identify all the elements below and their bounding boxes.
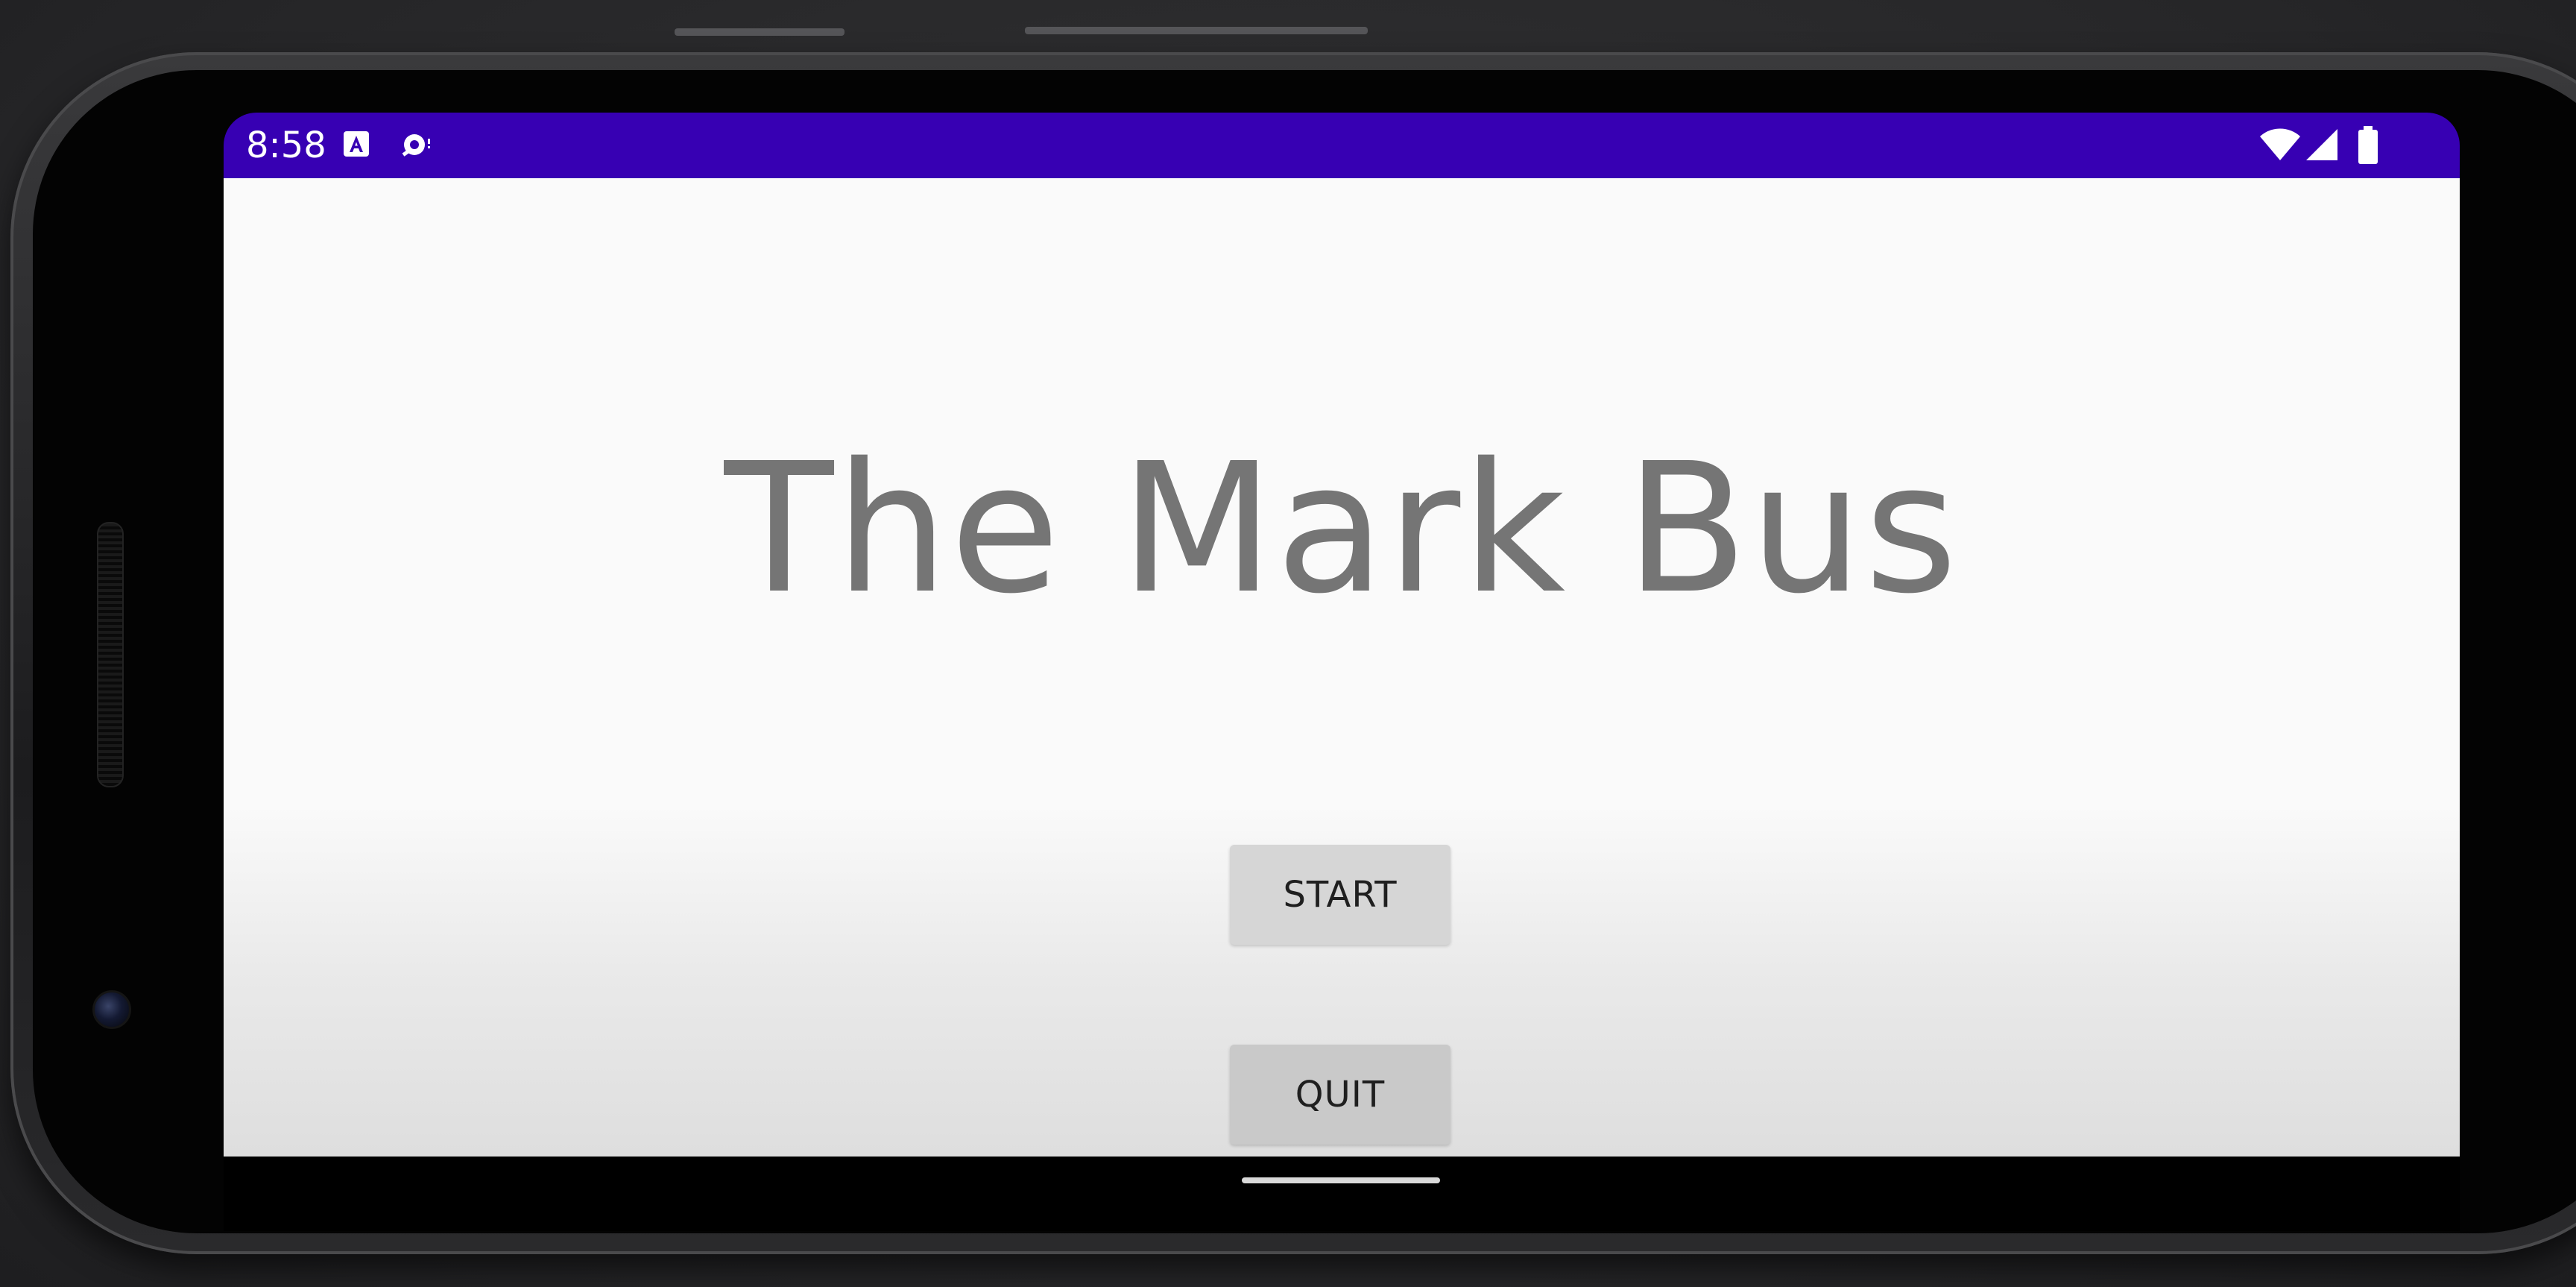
home-gesture-handle[interactable] <box>1242 1177 1440 1183</box>
phone-volume-button <box>1025 27 1368 34</box>
start-button[interactable]: START <box>1230 845 1450 945</box>
navigation-bar <box>224 1157 2460 1231</box>
accessibility-notification-icon <box>341 129 371 163</box>
front-camera <box>92 990 131 1029</box>
phone-side-button <box>675 28 845 36</box>
quit-button[interactable]: QUIT <box>1230 1045 1450 1145</box>
device-screen: 8:58 The Mark Bus START QUIT <box>224 113 2460 1157</box>
app-main-screen: The Mark Bus START QUIT <box>224 178 2460 1157</box>
app-title: The Mark Bus <box>724 424 1960 633</box>
cell-signal-icon <box>2305 128 2339 166</box>
status-bar: 8:58 <box>224 113 2460 178</box>
wifi-icon <box>2258 128 2302 166</box>
bug-notification-icon <box>400 129 437 164</box>
status-time: 8:58 <box>246 125 326 166</box>
emulator-stage: 8:58 The Mark Bus START QUIT <box>0 0 2576 1287</box>
speaker-grille <box>97 522 124 787</box>
battery-icon <box>2357 126 2379 169</box>
